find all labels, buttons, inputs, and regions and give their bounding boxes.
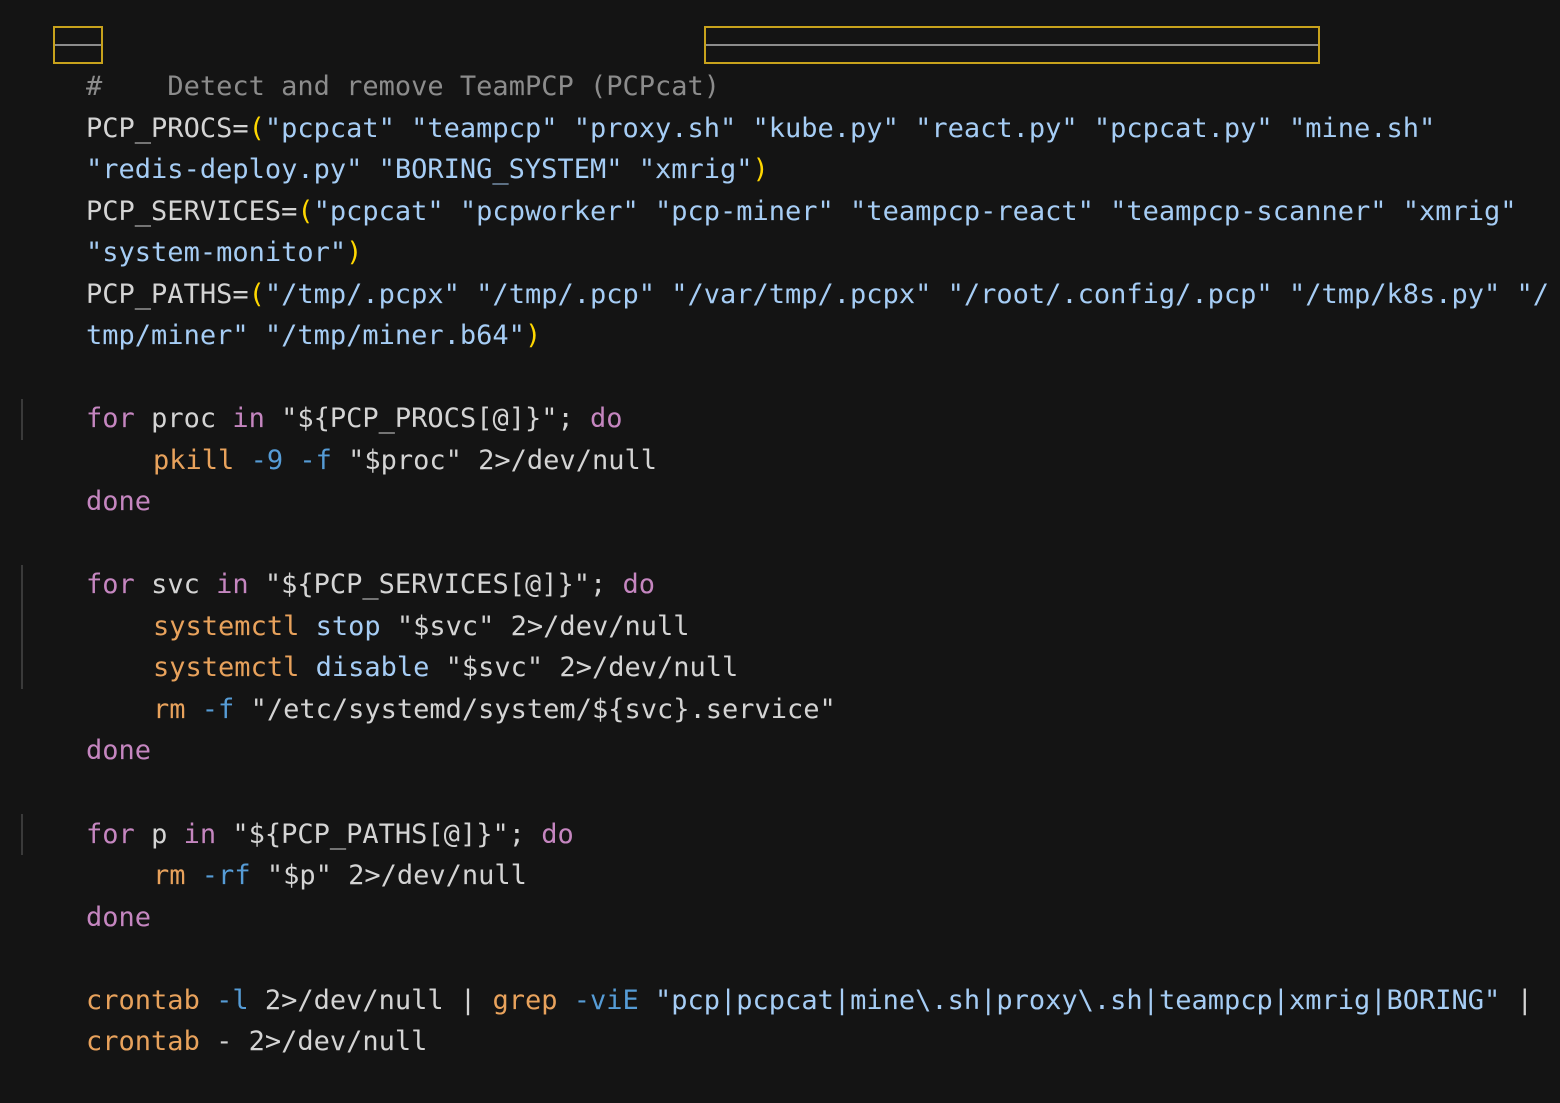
code-line-procs-1[interactable]: PCP_PROCS=("pcpcat" "teampcp" "proxy.sh"… <box>21 67 1435 144</box>
command-args: - 2>/dev/null <box>199 1026 428 1057</box>
grep-pattern: "pcp|pcpcat|mine\.sh|proxy\.sh|teampcp|x… <box>638 985 1501 1016</box>
command-flag: -9 -f <box>234 445 332 476</box>
command-flag: -rf <box>185 860 251 891</box>
command-args: "/etc/systemd/system/${svc}.service" <box>234 694 836 725</box>
indent-guide <box>21 814 23 855</box>
code-line-procs-2[interactable]: "redis-deploy.py" "BORING_SYSTEM" "xmrig… <box>21 108 769 185</box>
code-line-systemctl-stop[interactable]: systemctl stop "$svc" 2>/dev/null <box>88 565 689 642</box>
highlight-box-right <box>704 26 1320 64</box>
code-line-done-procs[interactable]: done <box>21 440 151 517</box>
indent-guide <box>21 399 23 440</box>
keyword-done: done <box>86 486 152 517</box>
code-line-for-services[interactable]: for svc in "${PCP_SERVICES[@]}"; do <box>21 523 655 600</box>
code-line-crontab-2[interactable]: crontab - 2>/dev/null <box>21 980 427 1057</box>
code-line-rm-service[interactable]: rm -f "/etc/systemd/system/${svc}.servic… <box>88 648 836 725</box>
command-name: rm <box>153 694 186 725</box>
code-line-crontab-1[interactable]: crontab -l 2>/dev/null | grep -viE "pcp|… <box>21 939 1533 1016</box>
indent-guide <box>21 565 23 689</box>
code-line-done-paths[interactable]: done <box>21 856 151 933</box>
command-flag-grep: -viE <box>557 985 639 1016</box>
code-line-for-procs[interactable]: for proc in "${PCP_PROCS[@]}"; do <box>21 357 622 434</box>
code-line-done-services[interactable]: done <box>21 689 151 766</box>
pipe-symbol: | <box>1500 985 1533 1016</box>
close-paren: ) <box>524 320 542 351</box>
command-args: "$p" 2>/dev/null <box>250 860 527 891</box>
code-line-services-1[interactable]: PCP_SERVICES=("pcpcat" "pcpworker" "pcp-… <box>21 150 1517 227</box>
command-args: "$proc" 2>/dev/null <box>331 445 657 476</box>
code-line-services-2[interactable]: "system-monitor") <box>21 191 362 268</box>
strike-line-right <box>706 44 1318 46</box>
code-line-comment[interactable]: # Detect and remove TeamPCP (PCPcat) <box>21 25 720 102</box>
keyword-do: do <box>541 819 574 850</box>
command-flag: -f <box>185 694 235 725</box>
array-values: tmp/miner" "/tmp/miner.b64" <box>86 320 525 351</box>
command-name: rm <box>153 860 186 891</box>
keyword-done: done <box>86 735 152 766</box>
code-line-paths-1[interactable]: PCP_PATHS=("/tmp/.pcpx" "/tmp/.pcp" "/va… <box>21 233 1549 310</box>
code-line-systemctl-disable[interactable]: systemctl disable "$svc" 2>/dev/null <box>88 606 738 683</box>
command-name-grep: grep <box>492 985 558 1016</box>
code-line-pkill[interactable]: pkill -9 -f "$proc" 2>/dev/null <box>88 399 657 476</box>
code-line-paths-2[interactable]: tmp/miner" "/tmp/miner.b64") <box>21 274 541 351</box>
code-editor[interactable]: # Detect and remove TeamPCP (PCPcat) PCP… <box>0 0 1560 1057</box>
code-line-rm-paths[interactable]: rm -rf "$p" 2>/dev/null <box>88 814 527 891</box>
command-name: crontab <box>86 1026 200 1057</box>
array-values: "pcpcat" "pcpworker" "pcp-miner" "teampc… <box>313 196 1517 227</box>
keyword-done: done <box>86 902 152 933</box>
code-line-for-paths[interactable]: for p in "${PCP_PATHS[@]}"; do <box>21 773 574 850</box>
command-name: pkill <box>153 445 235 476</box>
